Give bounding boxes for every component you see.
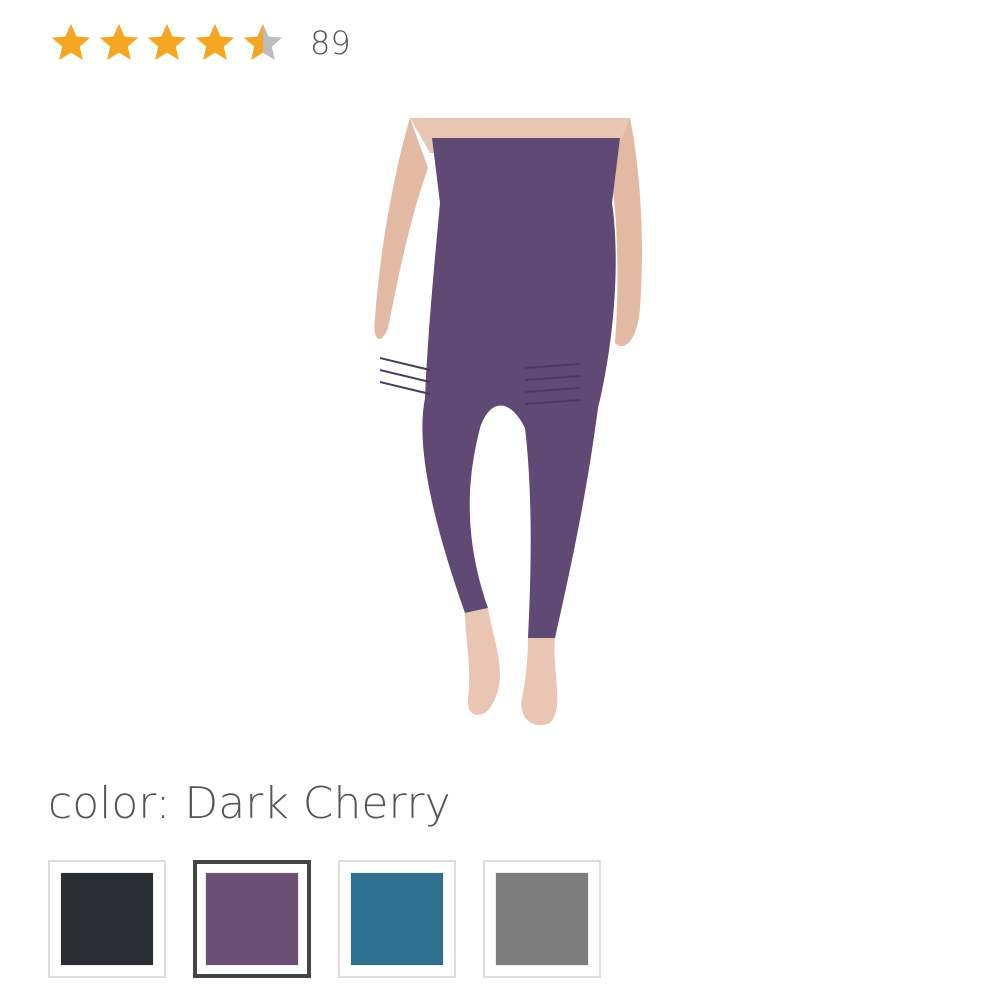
swatch-dark-cherry[interactable]: [193, 860, 311, 978]
star-icon: [147, 23, 187, 61]
star-icon: [195, 23, 235, 61]
swatch-teal[interactable]: [338, 860, 456, 978]
swatch-fill: [60, 872, 154, 966]
swatch-fill: [495, 872, 589, 966]
review-count[interactable]: 89: [310, 24, 351, 62]
half-star-icon: [243, 23, 283, 61]
leggings-product-image: [374, 118, 642, 726]
swatch-fill: [205, 872, 299, 966]
selected-color-label: color: Dark Cherry: [48, 778, 451, 829]
swatch-fill: [350, 872, 444, 966]
color-swatches: [48, 860, 628, 978]
rating-row[interactable]: 89: [48, 18, 351, 68]
star-icon: [51, 23, 91, 61]
swatch-black[interactable]: [48, 860, 166, 978]
swatch-gray[interactable]: [483, 860, 601, 978]
star-icon: [99, 23, 139, 61]
